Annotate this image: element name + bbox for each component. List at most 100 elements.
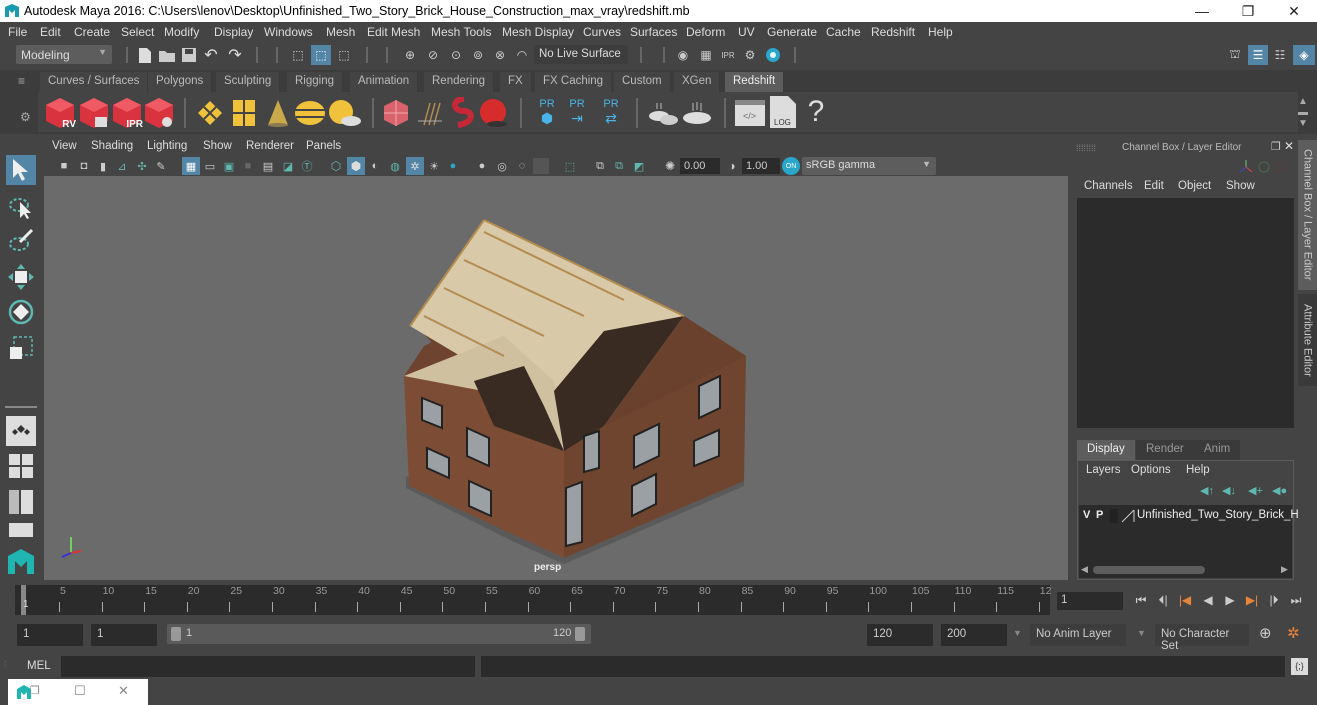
resolution-gate-icon[interactable]: ▣ [221,158,237,174]
float-panel-icon[interactable]: ❐ [1271,140,1281,153]
shelf-tab-custom[interactable]: Custom [614,72,671,92]
select-by-component-icon[interactable]: ⬚ [334,45,354,65]
menu-mesh[interactable]: Mesh [326,25,355,39]
batch-render-icon[interactable] [78,96,110,130]
lasso-tool-icon[interactable] [6,192,36,222]
menu-redshift[interactable]: Redshift [871,25,915,39]
maximize-icon[interactable]: ☐ [74,683,86,699]
options-menu[interactable]: Options [1131,464,1171,476]
channel-list[interactable] [1077,198,1294,428]
camera-icon[interactable]: ■ [56,158,72,174]
snap-view-plane-icon[interactable]: ⊚ [468,45,488,65]
color-management-toggle-icon[interactable]: ON [782,157,800,175]
gamma-icon[interactable]: ◑ [724,158,740,174]
move-tool-icon[interactable] [6,262,36,292]
pr-export-icon[interactable]: PR ⇥ [562,94,592,130]
layers-menu[interactable]: Layers [1086,464,1121,476]
bake-multi-icon[interactable] [646,96,680,130]
time-slider[interactable]: 1 5 10 15 20 25 30 35 40 45 50 55 60 65 70 75 80 85 90 95 1… [15,585,1051,615]
menu-deform[interactable]: Deform [686,25,725,39]
viewport-menu-shading[interactable]: Shading [91,140,133,152]
menu-select[interactable]: Select [121,25,154,39]
viewport-menu-view[interactable]: View [52,140,77,152]
range-end-handle[interactable] [575,627,585,641]
smooth-shade-icon[interactable]: ⬢ [347,157,365,175]
modeling-toolkit-icon[interactable]: ⛫ [1225,45,1245,65]
use-all-lights-icon[interactable]: ✲ [406,157,424,175]
spot-light-icon[interactable] [262,96,294,130]
layer-visibility-toggle[interactable]: V [1083,509,1090,521]
menu-uv[interactable]: UV [738,25,755,39]
script-language-toggle[interactable]: MEL [27,660,51,672]
show-menu[interactable]: Show [1226,180,1255,192]
playback-end-field[interactable]: 120 [867,624,933,646]
proxy-icon[interactable] [380,96,412,130]
channel-display-icons[interactable] [1238,158,1290,176]
sphere-material-icon[interactable] [478,96,510,130]
menu-edit-mesh[interactable]: Edit Mesh [367,25,420,39]
minimized-window[interactable]: ❐ ☐ ✕ [8,679,148,705]
maya-home-icon[interactable] [6,547,36,577]
perspective-viewport[interactable]: persp [44,176,1068,580]
sun-sky-icon[interactable] [326,96,362,130]
shelf-tab-curves-surfaces[interactable]: Curves / Surfaces [40,72,149,92]
playback-start-field[interactable]: 1 [91,624,157,646]
channels-menu[interactable]: Channels [1084,180,1133,192]
character-set-dropdown[interactable]: No Character Set [1155,624,1249,652]
xray-joints-icon[interactable]: ⧉ [592,158,608,174]
layer-color-swatch-icon[interactable] [1121,509,1135,523]
shelf-tab-animation[interactable]: Animation [350,72,419,92]
scrollbar-thumb[interactable] [1093,566,1205,574]
shelf-tab-sculpting[interactable]: Sculpting [216,72,281,92]
animation-end-field[interactable]: 200 [941,624,1007,646]
new-layer-from-selected-icon[interactable]: ◀● [1272,484,1287,497]
paint-select-tool-icon[interactable] [6,226,36,256]
render-view-icon[interactable]: ◉ [674,45,692,65]
restore-icon[interactable]: ❐ [30,684,40,697]
shelf-menu-icon[interactable]: ≡ [18,74,34,94]
shelf-settings-icon[interactable]: ⚙ [20,110,36,126]
menu-curves[interactable]: Curves [583,25,621,39]
menu-surfaces[interactable]: Surfaces [630,25,677,39]
volume-icon[interactable] [446,96,478,130]
ipr-render-icon[interactable]: IPR [111,96,143,130]
mode-dropdown[interactable]: Modeling ▼ [16,45,112,64]
menu-mesh-tools[interactable]: Mesh Tools [431,25,491,39]
menu-mesh-display[interactable]: Mesh Display [502,25,574,39]
current-frame-field[interactable]: 1 [1057,592,1123,610]
shelf-scroll-arrows[interactable]: ▲ ▬ ▼ [1298,96,1310,129]
restore-button[interactable]: ❐ [1225,0,1271,22]
drag-handle[interactable]: ⁞ [4,659,7,669]
hair-icon[interactable] [414,96,446,130]
tool-settings-toggle-icon[interactable]: ☷ [1270,45,1290,65]
dome-light-icon[interactable] [294,96,326,130]
shadows-icon[interactable]: ☀ [426,158,442,174]
live-surface-field[interactable]: No Live Surface [534,45,628,64]
shelf-tab-rendering[interactable]: Rendering [424,72,495,92]
grease-pencil-icon[interactable]: ✎ [153,158,169,174]
layer-tab-render[interactable]: Render [1136,440,1194,460]
shelf-tab-polygons[interactable]: Polygons [148,72,213,92]
exposure-icon[interactable]: ✺ [662,158,678,174]
camera-attributes-icon[interactable]: ◘ [76,158,92,174]
select-by-hierarchy-icon[interactable]: ⬚ [288,45,308,65]
move-layer-up-icon[interactable]: ◀↑ [1200,484,1214,497]
step-back-frame-icon[interactable]: ⏴| [1153,591,1173,609]
rotate-tool-icon[interactable] [6,297,36,327]
layer-tab-display[interactable]: Display [1077,440,1135,460]
play-forwards-icon[interactable]: ▶ [1220,591,1240,609]
viewport-menu-renderer[interactable]: Renderer [246,140,294,152]
layer-name[interactable]: Unfinished_Two_Story_Brick_H [1137,509,1299,521]
color-space-dropdown[interactable]: sRGB gamma ▼ [802,157,936,175]
range-slider[interactable]: 1 120 [167,624,591,644]
viewport-menu-show[interactable]: Show [203,140,232,152]
render-current-frame-icon[interactable]: ▦ [697,45,715,65]
viewport-menu-panels[interactable]: Panels [306,140,341,152]
snap-curve-icon[interactable]: ⊘ [423,45,443,65]
four-view-layout-icon[interactable] [6,451,36,481]
shelf-tab-fx-caching[interactable]: FX Caching [535,72,613,92]
scale-tool-icon[interactable] [6,333,36,363]
step-forward-frame-icon[interactable]: |⏵ [1264,591,1284,609]
play-backwards-icon[interactable]: ◀ [1198,591,1218,609]
pr-swap-icon[interactable]: PR ⇄ [596,94,626,130]
